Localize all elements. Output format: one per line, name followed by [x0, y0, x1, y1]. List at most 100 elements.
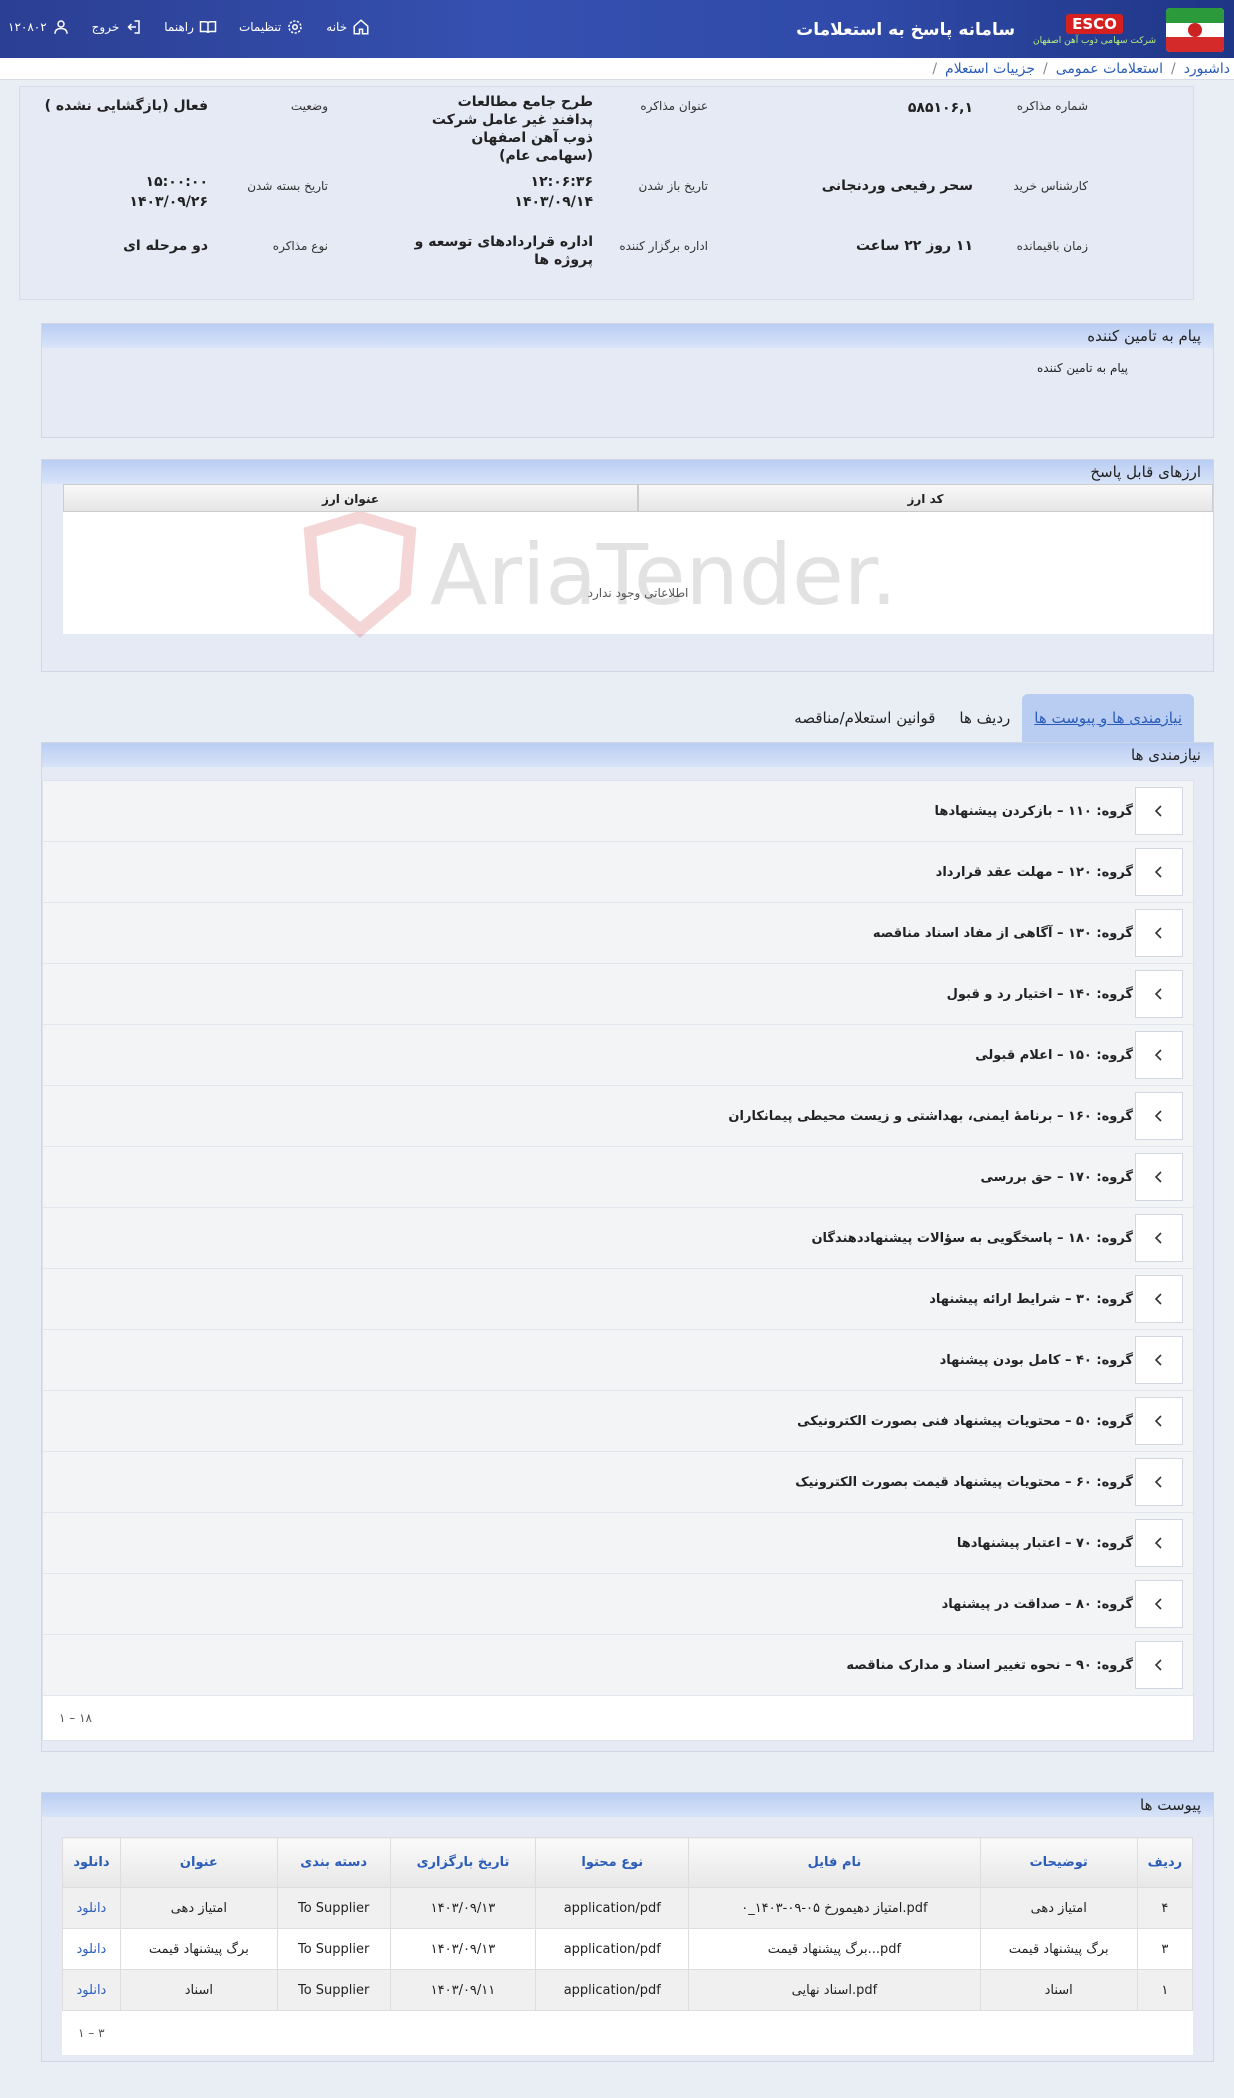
- table-cell: ۱۴۰۳/۰۹/۱۳: [389, 1928, 537, 1970]
- attachments-col-header[interactable]: تاریخ بارگزاری: [389, 1837, 537, 1888]
- nav-user[interactable]: ۱۲۰۸۰۲: [8, 18, 70, 36]
- expand-button[interactable]: [1135, 1641, 1183, 1689]
- requirement-group-row[interactable]: گروه: ۳۰ – شرایط ارائه پیشنهاد: [43, 1269, 1193, 1330]
- expand-button[interactable]: [1135, 1336, 1183, 1384]
- attachments-table-wrap: ردیف توضیحات نام فایل نوع محتوا تاریخ بارگزا…: [62, 1837, 1194, 2055]
- table-cell: برگ پیشنهاد قیمت: [119, 1928, 278, 1970]
- tab-requirements-attachments[interactable]: نیازمندی ها و پیوست ها: [1022, 694, 1194, 742]
- currencies-panel: ارزهای قابل پاسخ کد ارز عنوان ارز اطلاعا…: [41, 459, 1214, 672]
- requirement-group-label: گروه: ۵۰ – محتویات پیشنهاد فنی بصورت الک…: [797, 1413, 1133, 1429]
- status-label: وضعیت: [290, 99, 328, 113]
- home-icon: [353, 19, 369, 35]
- tab-rows[interactable]: ردیف ها: [947, 694, 1022, 742]
- close-date: ۱۴۰۳/۰۹/۲۶: [129, 194, 208, 210]
- requirement-group-label: گروه: ۴۰ – کامل بودن پیشنهاد: [939, 1352, 1133, 1368]
- requirement-group-row[interactable]: گروه: ۱۷۰ – حق بررسی: [43, 1147, 1193, 1208]
- table-row: ۱ اسناد اسناد نهایی.pdf application/pdf ۱۴۰۳…: [62, 1969, 1194, 2011]
- table-cell: اسناد: [979, 1969, 1138, 2011]
- breadcrumb-inquiry-details[interactable]: جزییات استعلام: [945, 61, 1035, 77]
- expand-button[interactable]: [1135, 1397, 1183, 1445]
- expand-button[interactable]: [1135, 1214, 1183, 1262]
- tabs: نیازمندی ها و پیوست ها ردیف ها قوانین اس…: [782, 694, 1194, 742]
- attachments-col-header[interactable]: دسته بندی: [276, 1837, 391, 1888]
- currencies-header: ارزهای قابل پاسخ: [42, 460, 1213, 484]
- expert-value: سحر رفیعی وردنجانی: [821, 178, 973, 194]
- currencies-empty: اطلاعاتی وجود ندارد: [587, 586, 689, 600]
- chevron-left-icon: [1154, 1537, 1162, 1549]
- expand-button[interactable]: [1135, 1092, 1183, 1140]
- expand-button[interactable]: [1135, 848, 1183, 896]
- organizer-label: اداره برگزار کننده: [619, 239, 708, 253]
- open-time: ۱۲:۰۶:۳۶: [530, 174, 593, 190]
- gear-icon: [288, 20, 303, 34]
- chevron-left-icon: [1154, 1476, 1162, 1488]
- requirement-group-row[interactable]: گروه: ۵۰ – محتویات پیشنهاد فنی بصورت الک…: [43, 1391, 1193, 1452]
- download-link[interactable]: دانلود: [62, 1928, 121, 1970]
- requirement-group-row[interactable]: گروه: ۶۰ – محتویات پیشنهاد قیمت بصورت ال…: [43, 1452, 1193, 1513]
- table-cell: اسناد: [119, 1969, 278, 2011]
- attachments-col-header[interactable]: نوع محتوا: [535, 1837, 690, 1888]
- expert-label: کارشناس خرید: [1013, 179, 1088, 193]
- table-row: ۳ برگ پیشنهاد قیمت برگ پیشنهاد قیمت...pdf a…: [62, 1928, 1194, 1970]
- nav-settings[interactable]: تنظیمات: [239, 18, 304, 36]
- table-cell: اسناد نهایی.pdf: [688, 1969, 981, 2011]
- tab-inquiry-rules[interactable]: قوانین استعلام/مناقصه: [782, 694, 947, 742]
- download-link[interactable]: دانلود: [62, 1887, 121, 1929]
- requirement-group-label: گروه: ۱۳۰ – آگاهی از مفاد اسناد مناقصه: [872, 925, 1133, 941]
- user-icon: [53, 20, 68, 34]
- download-link[interactable]: دانلود: [62, 1969, 121, 2011]
- requirement-group-row[interactable]: گروه: ۱۱۰ – بازکردن پیشنهادها: [43, 781, 1193, 842]
- requirement-group-row[interactable]: گروه: ۱۲۰ – مهلت عقد قرارداد: [43, 842, 1193, 903]
- requirement-group-row[interactable]: گروه: ۴۰ – کامل بودن پیشنهاد: [43, 1330, 1193, 1391]
- expand-button[interactable]: [1135, 1519, 1183, 1567]
- type-value: دو مرحله ای: [123, 238, 208, 254]
- expand-button[interactable]: [1135, 1580, 1183, 1628]
- company-logo: [1166, 8, 1224, 52]
- nav-logout-label: خروج: [91, 20, 120, 34]
- expand-button[interactable]: [1135, 1458, 1183, 1506]
- breadcrumb-dashboard[interactable]: داشبورد: [1184, 61, 1230, 77]
- expand-button[interactable]: [1135, 1031, 1183, 1079]
- requirement-group-row[interactable]: گروه: ۷۰ – اعتبار پیشنهادها: [43, 1513, 1193, 1574]
- supplier-message-label: پیام به تامین کننده: [1037, 361, 1128, 375]
- requirement-group-row[interactable]: گروه: ۹۰ – نحوه تغییر اسناد و مدارک مناق…: [43, 1635, 1193, 1696]
- nav-home[interactable]: خانه: [326, 18, 370, 36]
- attachments-col-header[interactable]: عنوان: [119, 1837, 278, 1888]
- title-value: طرح جامع مطالعات پدافند غیر عامل شرکت ذو…: [431, 94, 593, 164]
- supplier-message-header: پیام به تامین کننده: [42, 324, 1213, 348]
- attachments-col-header[interactable]: دانلود: [62, 1837, 121, 1888]
- expand-button[interactable]: [1135, 787, 1183, 835]
- esco-badge: ESCO: [1066, 14, 1123, 34]
- attachments-header: پیوست ها: [42, 1793, 1213, 1817]
- requirements-pager: ۱ – ۱۸: [43, 1696, 1193, 1740]
- app-title: سامانه پاسخ به استعلامات: [796, 20, 1016, 40]
- requirement-group-row[interactable]: گروه: ۱۳۰ – آگاهی از مفاد اسناد مناقصه: [43, 903, 1193, 964]
- status-value: فعال (بازگشایی نشده ): [44, 98, 208, 114]
- attachments-col-header[interactable]: نام فایل: [688, 1837, 981, 1888]
- attachments-col-header[interactable]: ردیف: [1136, 1837, 1194, 1888]
- supplier-message-panel: پیام به تامین کننده پیام به تامین کننده: [41, 323, 1214, 438]
- expand-button[interactable]: [1135, 1153, 1183, 1201]
- currencies-table: کد ارز عنوان ارز اطلاعاتی وجود ندارد: [63, 484, 1213, 634]
- nav-logout[interactable]: خروج: [92, 18, 143, 36]
- table-cell: ۱: [1136, 1969, 1194, 2011]
- close-time: ۱۵:۰۰:۰۰: [145, 174, 208, 190]
- requirements-header: نیازمندی ها: [42, 743, 1213, 767]
- requirement-group-row[interactable]: گروه: ۱۴۰ – اختیار رد و قبول: [43, 964, 1193, 1025]
- expand-button[interactable]: [1135, 1275, 1183, 1323]
- breadcrumb-public-inquiries[interactable]: استعلامات عمومی: [1056, 61, 1163, 77]
- expand-button[interactable]: [1135, 909, 1183, 957]
- requirement-group-row[interactable]: گروه: ۱۵۰ – اعلام قبولی: [43, 1025, 1193, 1086]
- table-cell: To Supplier: [276, 1928, 391, 1970]
- requirement-group-label: گروه: ۹۰ – نحوه تغییر اسناد و مدارک مناق…: [846, 1657, 1133, 1673]
- attachments-col-header[interactable]: توضیحات: [979, 1837, 1138, 1888]
- chevron-left-icon: [1154, 1415, 1162, 1427]
- expand-button[interactable]: [1135, 970, 1183, 1018]
- requirement-group-row[interactable]: گروه: ۱۶۰ – برنامهٔ ایمنی، بهداشتی و زیس…: [43, 1086, 1193, 1147]
- nav-guide[interactable]: راهنما: [164, 18, 217, 36]
- open-date-label: تاریخ باز شدن: [638, 179, 708, 193]
- requirement-group-row[interactable]: گروه: ۱۸۰ – پاسخگویی به سؤالات پیشنهادده…: [43, 1208, 1193, 1269]
- requirement-group-label: گروه: ۱۶۰ – برنامهٔ ایمنی، بهداشتی و زیس…: [728, 1108, 1133, 1124]
- requirement-group-row[interactable]: گروه: ۸۰ – صداقت در پیشنهاد: [43, 1574, 1193, 1635]
- title-label: عنوان مذاکره: [640, 99, 708, 113]
